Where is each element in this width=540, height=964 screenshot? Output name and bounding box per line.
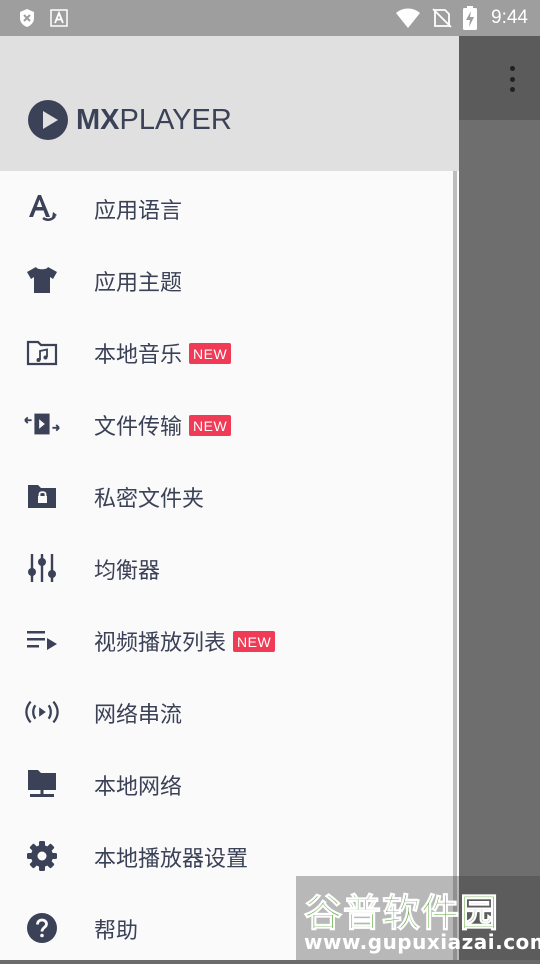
logo-player-text: PLAYER <box>119 103 232 136</box>
status-time: 9:44 <box>491 7 528 28</box>
network-folder-icon <box>24 766 60 802</box>
new-badge: NEW <box>189 342 232 364</box>
private-folder-icon <box>24 478 60 514</box>
menu-item-local-network[interactable]: 本地网络 <box>0 748 453 820</box>
drawer-menu: 应用语言 应用主题 本地音乐 NEW 文件传输 NEW 私密文件夹 均衡器 视频… <box>0 184 453 964</box>
new-badge: NEW <box>233 630 276 652</box>
menu-label: 本地音乐 <box>94 343 183 368</box>
language-icon <box>24 190 60 226</box>
watermark-url: www.gupuxiazai.com <box>304 930 540 954</box>
new-badge: NEW <box>189 414 232 436</box>
shirt-icon <box>24 262 60 298</box>
menu-label: 本地播放器设置 <box>94 847 249 872</box>
menu-label: 视频播放列表 <box>94 631 227 656</box>
watermark-title: 谷普软件园 <box>303 891 500 936</box>
status-bar: 9:44 <box>0 0 540 36</box>
overflow-menu-icon[interactable] <box>508 66 516 92</box>
menu-item-app-theme[interactable]: 应用主题 <box>0 244 453 316</box>
menu-item-app-language[interactable]: 应用语言 <box>0 172 453 244</box>
music-folder-icon <box>24 334 60 370</box>
stream-icon <box>24 694 60 730</box>
menu-label: 私密文件夹 <box>94 487 205 512</box>
gear-icon <box>24 838 60 874</box>
playlist-icon <box>24 622 60 658</box>
shield-x-icon <box>20 9 34 27</box>
drawer-scrollbar[interactable] <box>453 171 457 960</box>
equalizer-icon <box>24 550 60 586</box>
menu-item-video-playlist[interactable]: 视频播放列表 NEW <box>0 604 453 676</box>
menu-label: 文件传输 <box>94 415 183 440</box>
font-a-icon <box>50 9 68 27</box>
menu-item-private-folder[interactable]: 私密文件夹 <box>0 460 453 532</box>
menu-label: 应用主题 <box>94 271 183 296</box>
menu-label: 应用语言 <box>94 199 183 224</box>
battery-charging-icon <box>463 6 478 30</box>
wifi-icon <box>396 8 421 28</box>
menu-item-file-transfer[interactable]: 文件传输 NEW <box>0 388 453 460</box>
drawer-header: MX PLAYER <box>0 36 459 171</box>
watermark: 谷普软件园 www.gupuxiazai.com <box>296 876 540 960</box>
menu-item-equalizer[interactable]: 均衡器 <box>0 532 453 604</box>
menu-item-network-stream[interactable]: 网络串流 <box>0 676 453 748</box>
mx-player-logo: MX PLAYER <box>28 100 232 140</box>
menu-item-local-music[interactable]: 本地音乐 NEW <box>0 316 453 388</box>
help-icon <box>24 910 60 946</box>
menu-label: 网络串流 <box>94 703 183 728</box>
play-logo-icon <box>28 100 68 140</box>
menu-label: 均衡器 <box>94 559 161 584</box>
navigation-drawer: MX PLAYER 应用语言 应用主题 本地音乐 NEW 文件传输 NEW 私密… <box>0 36 459 960</box>
no-sim-icon <box>432 8 452 28</box>
logo-mx-text: MX <box>76 103 120 136</box>
menu-label: 本地网络 <box>94 775 183 800</box>
file-transfer-icon <box>24 406 60 442</box>
menu-label: 帮助 <box>94 919 139 944</box>
